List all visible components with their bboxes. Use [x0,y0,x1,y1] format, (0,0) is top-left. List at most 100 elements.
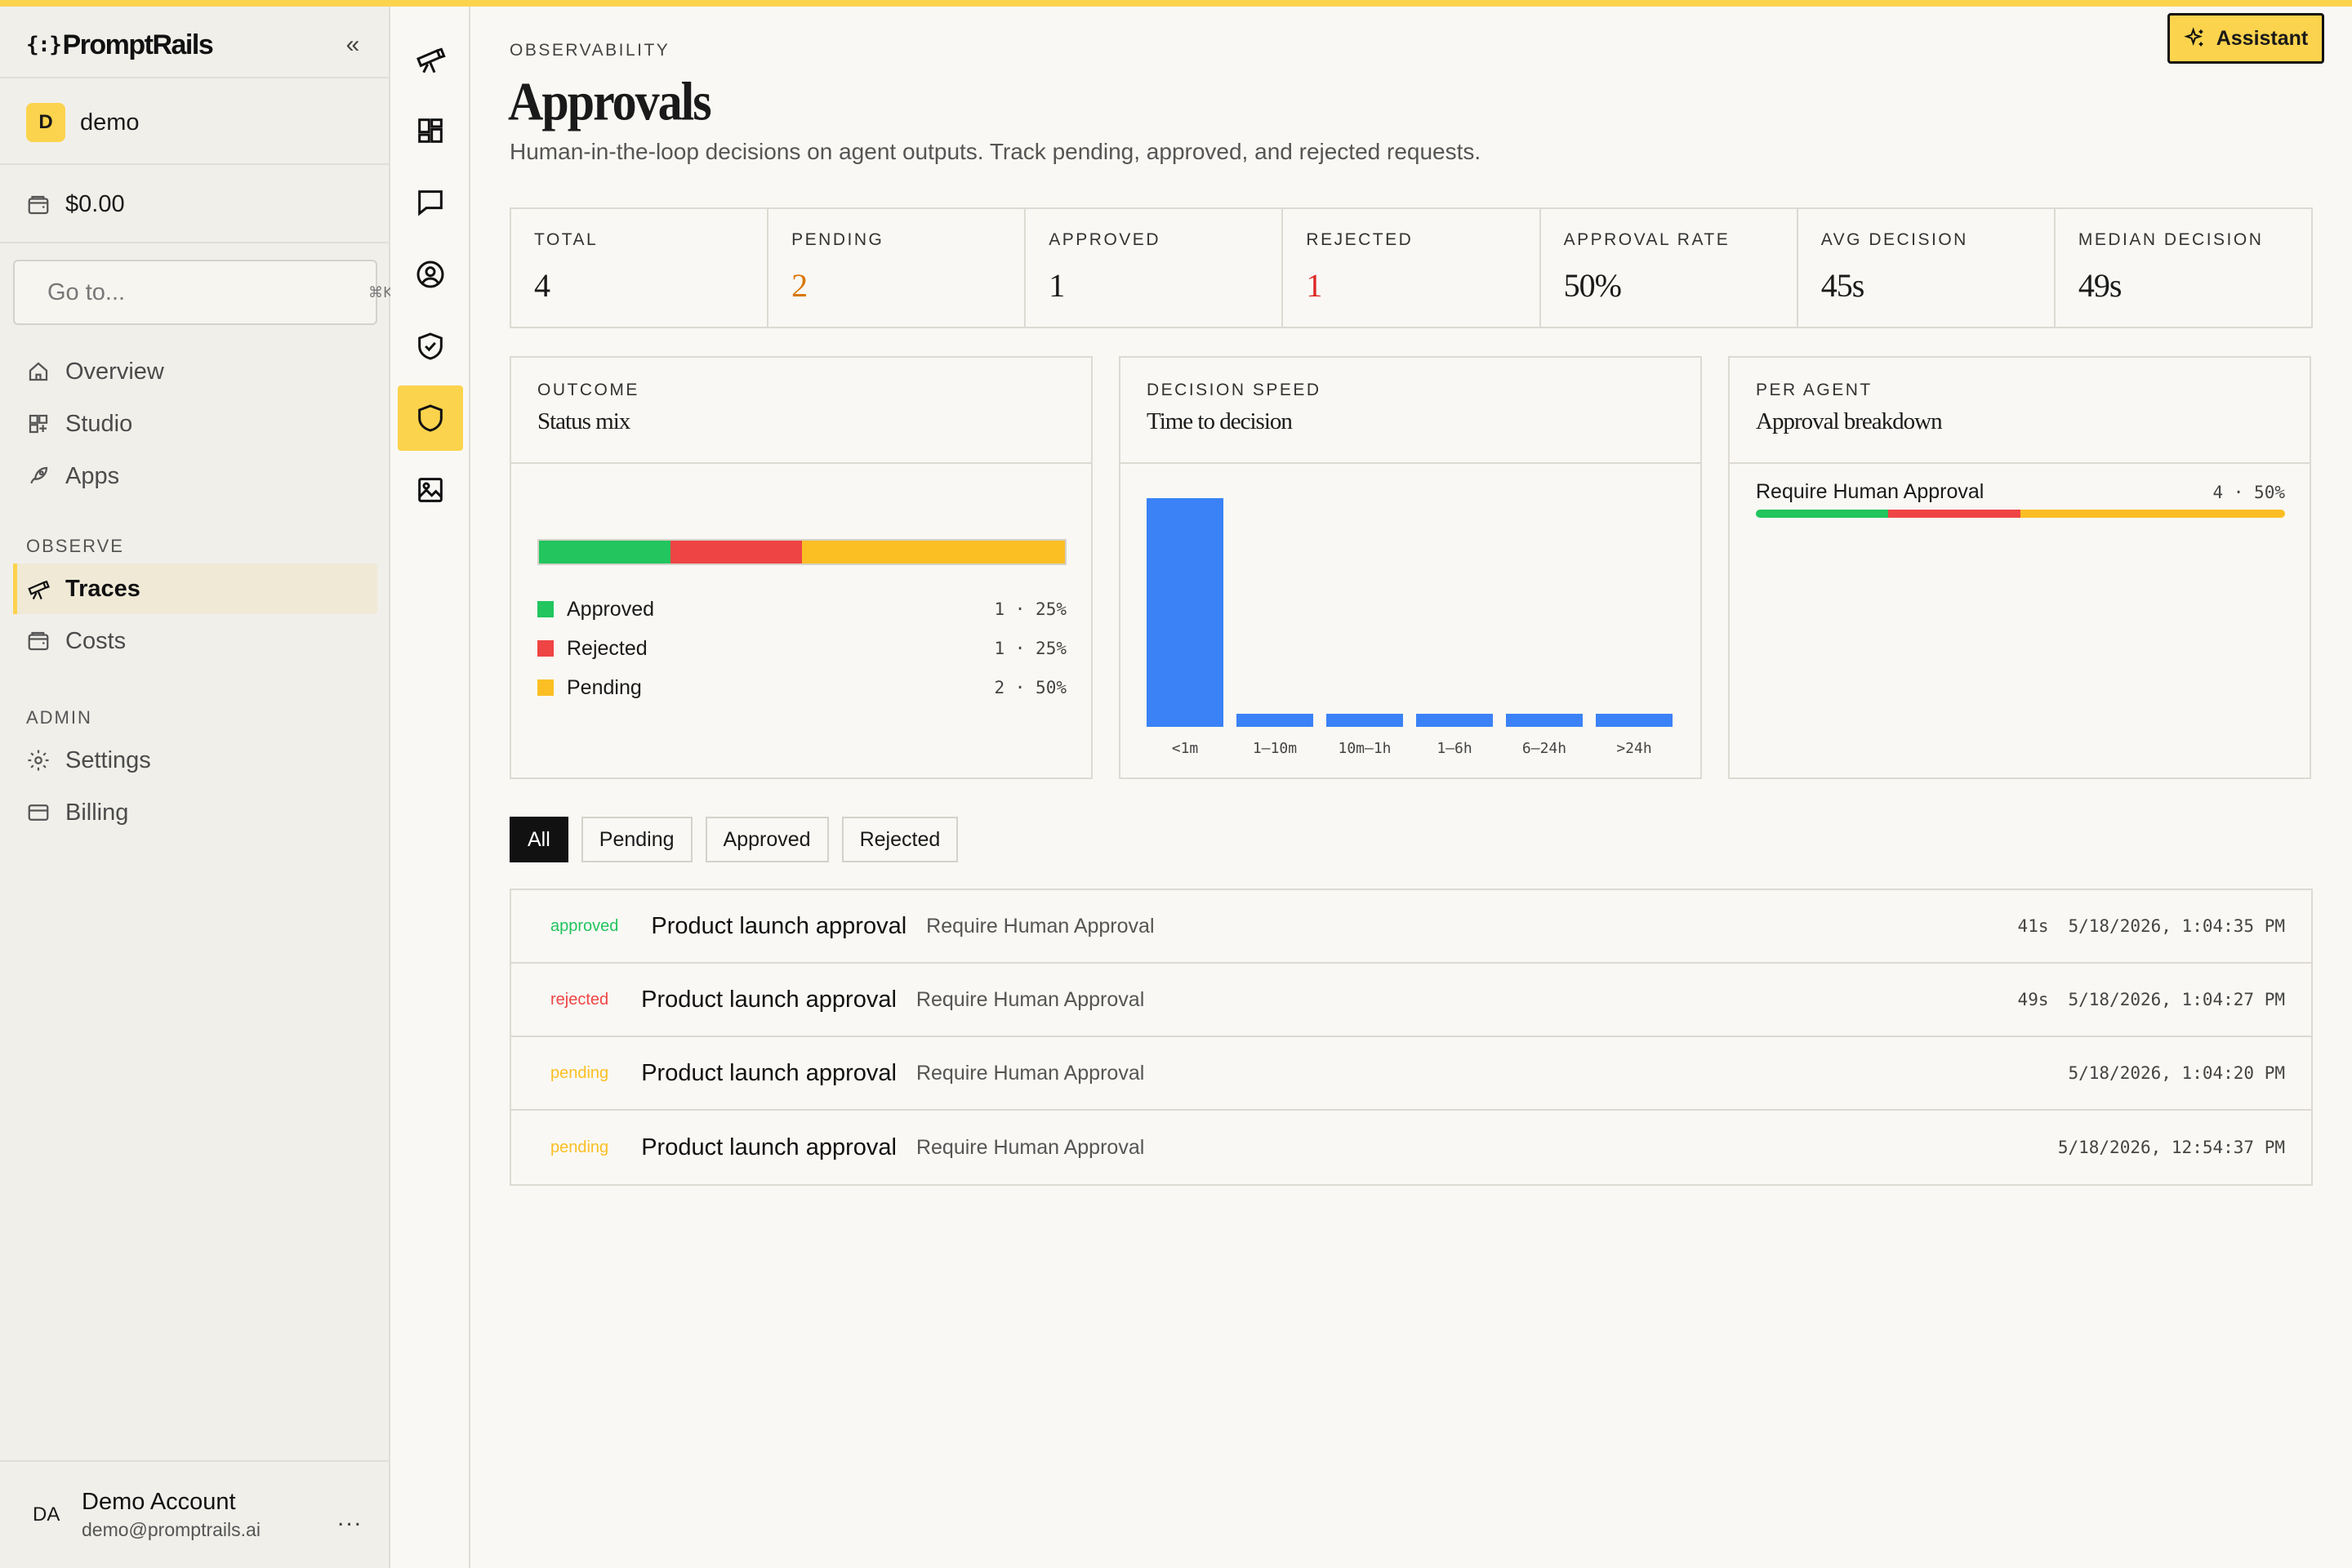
filter-all[interactable]: All [510,817,568,862]
divider [0,163,389,165]
per-agent-card: PER AGENT Approval breakdown Require Hum… [1728,356,2311,779]
workspace-switcher[interactable]: D demo [26,103,140,142]
nav-studio[interactable]: Studio [13,399,377,449]
icon-rail [390,7,470,1568]
rail-users[interactable] [398,242,463,307]
filter-rejected[interactable]: Rejected [841,817,959,862]
agent-segment-pending [2020,510,2285,518]
assistant-button[interactable]: Assistant [2167,13,2324,64]
user-account[interactable]: DA Demo Account demo@promptrails.ai ... [0,1460,389,1568]
status-badge: pending [550,1063,609,1082]
card-title: Approval breakdown [1756,408,1943,434]
stat-median-decision: MEDIAN DECISION 49s [2056,209,2311,327]
stat-approved: APPROVED 1 [1026,209,1284,327]
nav-billing[interactable]: Billing [13,787,377,838]
legend-value: 2 · 50% [994,678,1067,697]
approval-agent: Require Human Approval [915,987,1145,1011]
approval-date: 5/18/2026, 1:04:27 PM [2068,990,2285,1009]
card-title: Time to decision [1147,408,1293,434]
stat-value: 45s [1820,267,1865,304]
approval-row[interactable]: approved Product launch approval Require… [511,890,2311,964]
stat-pending: PENDING 2 [768,209,1027,327]
stat-label: APPROVAL RATE [1563,230,1731,249]
speed-bar-0 [1147,498,1223,727]
more-icon[interactable]: ... [337,1504,363,1532]
divider [0,242,389,243]
nav-label: Settings [65,746,151,773]
agent-segment-rejected [1888,510,2020,518]
nav-label: Overview [65,358,164,385]
search-input[interactable] [47,278,355,306]
agent-segment-approved [1756,510,1888,518]
divider [0,77,389,78]
rail-chat[interactable] [398,170,463,235]
rail-traces[interactable] [398,26,463,91]
page-subtitle: Human-in-the-loop decisions on agent out… [510,139,1481,164]
main-content: OBSERVABILITY Approvals Human-in-the-loo… [470,7,2352,1568]
x-tick-label: <1m [1171,740,1199,757]
card-eyebrow: OUTCOME [537,381,639,399]
nav-apps[interactable]: Apps [13,451,377,501]
stat-label: APPROVED [1049,230,1160,249]
home-icon [29,362,48,381]
filter-tabs: All Pending Approved Rejected [510,817,959,862]
nav-traces[interactable]: Traces [13,564,377,614]
nav-costs[interactable]: Costs [13,616,377,666]
status-segment-approved [539,541,670,564]
wallet-icon [28,195,49,214]
search-shortcut: ⌘K [368,283,393,301]
legend-label: Pending [567,675,642,699]
shield-icon [418,404,443,432]
studio-icon [29,414,48,434]
approval-title: Product launch approval [641,1134,897,1160]
logo[interactable]: {:} PromptRails [26,29,214,61]
nav-settings[interactable]: Settings [13,735,377,786]
status-badge: pending [550,1138,609,1156]
rail-approvals[interactable] [398,385,463,451]
approval-duration: 49s [2017,990,2049,1009]
user-name: Demo Account [82,1489,236,1515]
collapse-sidebar-icon[interactable]: « [336,31,369,59]
nav-overview[interactable]: Overview [13,346,377,397]
x-tick-label: 10m–1h [1338,740,1392,757]
legend-value: 1 · 25% [994,639,1067,658]
approval-agent: Require Human Approval [926,914,1155,938]
search-box[interactable]: ⌘K [13,260,393,325]
user-info: Demo Account demo@promptrails.ai [82,1489,261,1541]
page-title: Approvals [508,71,712,132]
stat-approval-rate: APPROVAL RATE 50% [1541,209,1798,327]
card-icon [28,804,49,821]
rail-guardrails[interactable] [398,314,463,379]
outcome-card: OUTCOME Status mix Approved 1 · 25% Reje… [510,356,1093,779]
telescope-icon [416,47,446,74]
filter-approved[interactable]: Approved [705,817,829,862]
assistant-label: Assistant [2216,26,2309,50]
image-icon [418,478,443,502]
approval-row[interactable]: rejected Product launch approval Require… [511,964,2311,1037]
legend-label: Approved [567,597,655,621]
telescope-icon [28,580,50,600]
stat-rejected: REJECTED 1 [1283,209,1541,327]
approval-row[interactable]: pending Product launch approval Require … [511,1111,2311,1184]
top-accent-bar [0,0,2352,7]
status-segment-pending [802,541,1065,564]
agent-value: 4 · 50% [2212,482,2285,502]
balance-value: $0.00 [65,191,125,217]
filter-pending[interactable]: Pending [581,817,693,862]
rail-dashboard[interactable] [398,98,463,163]
wallet-icon [28,631,49,651]
approval-row[interactable]: pending Product launch approval Require … [511,1037,2311,1111]
x-tick-label: 1–10m [1252,740,1298,757]
legend-label: Rejected [567,636,648,660]
stat-value: 49s [2078,267,2123,304]
rail-media[interactable] [398,457,463,523]
x-tick-label: >24h [1616,740,1652,757]
agent-name: Require Human Approval [1756,480,1984,503]
page-eyebrow: OBSERVABILITY [510,41,670,60]
agent-row[interactable]: Require Human Approval 4 · 50% [1756,480,2285,504]
sidebar: {:} PromptRails « D demo $0.00 ⌘K Overvi… [0,7,393,1568]
speed-bar-5 [1596,714,1673,727]
balance[interactable]: $0.00 [26,191,125,218]
stat-value: 4 [534,267,550,304]
section-label-admin: ADMIN [26,707,92,728]
